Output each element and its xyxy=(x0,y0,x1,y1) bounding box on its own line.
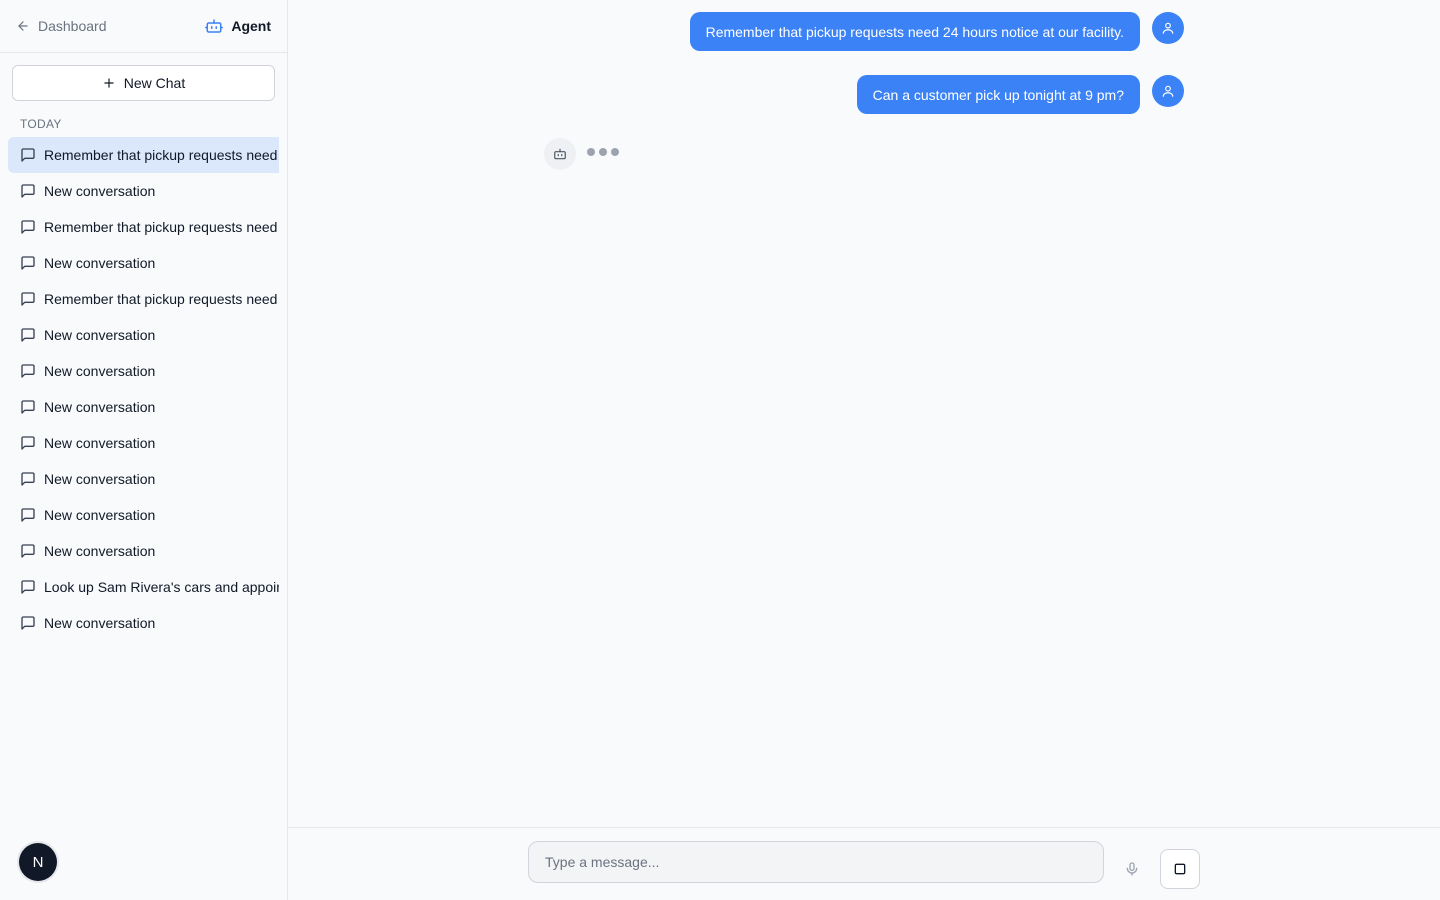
user-icon xyxy=(1162,22,1174,34)
chat-area: Remember that pickup requests need 24 ho… xyxy=(288,0,1440,900)
conversation-label: New conversation xyxy=(44,435,156,451)
user-message-bubble: Can a customer pick up tonight at 9 pm? xyxy=(856,75,1140,114)
mic-icon xyxy=(1126,862,1138,876)
user-avatar xyxy=(1152,75,1184,107)
conversation-label: New conversation xyxy=(44,183,156,199)
avatar-initial: N xyxy=(32,853,44,871)
message-square-icon xyxy=(21,184,35,198)
message-square-icon xyxy=(21,364,35,378)
conversation-label: New conversation xyxy=(44,471,156,487)
conversation-item[interactable]: New conversation xyxy=(8,245,279,281)
stop-generation-button[interactable] xyxy=(1160,849,1200,889)
message-square-icon xyxy=(21,580,35,594)
conversation-label: New conversation xyxy=(44,255,156,271)
conversation-label: New conversation xyxy=(44,399,156,415)
typing-dot xyxy=(599,148,607,156)
user-avatar xyxy=(1152,12,1184,44)
sidebar-title: Agent xyxy=(205,17,271,35)
bot-icon xyxy=(554,148,566,160)
sidebar: Dashboard Agent New Chat TODAY Remember … xyxy=(0,0,288,900)
message-square-icon xyxy=(21,148,35,162)
user-icon xyxy=(1162,85,1174,97)
back-link-label: Dashboard xyxy=(38,18,107,34)
sidebar-header: Dashboard Agent xyxy=(0,0,287,53)
message-square-icon xyxy=(21,328,35,342)
message-input[interactable] xyxy=(528,841,1104,883)
plus-icon xyxy=(104,78,114,88)
bot-icon xyxy=(205,19,224,33)
conversation-label: New conversation xyxy=(44,363,156,379)
conversation-item[interactable]: New conversation xyxy=(8,389,279,425)
voice-input-button[interactable] xyxy=(1122,859,1142,879)
conversation-item[interactable]: Remember that pickup requests need 24 ho… xyxy=(8,209,279,245)
message-square-icon xyxy=(21,400,35,414)
conversation-label: Look up Sam Rivera's cars and appointmen… xyxy=(44,579,279,595)
conversation-list: Remember that pickup requests need 24 ho… xyxy=(8,137,279,641)
message-square-icon xyxy=(21,508,35,522)
conversation-label: Remember that pickup requests need 24 ho… xyxy=(44,219,279,235)
conversation-item[interactable]: New conversation xyxy=(8,497,279,533)
section-label-today: TODAY xyxy=(20,117,62,131)
message-square-icon xyxy=(21,472,35,486)
new-chat-button[interactable]: New Chat xyxy=(12,65,275,101)
arrow-left-icon xyxy=(18,21,28,31)
conversation-label: Remember that pickup requests need 24 ho… xyxy=(44,147,279,163)
typing-dot xyxy=(587,148,595,156)
message-composer xyxy=(288,827,1440,900)
conversation-label: New conversation xyxy=(44,507,156,523)
conversation-item[interactable]: New conversation xyxy=(8,317,279,353)
conversation-item[interactable]: New conversation xyxy=(8,173,279,209)
conversation-label: New conversation xyxy=(44,327,156,343)
conversation-item[interactable]: New conversation xyxy=(8,605,279,641)
new-chat-label: New Chat xyxy=(123,75,186,91)
user-menu-avatar[interactable]: N xyxy=(19,843,57,881)
message-square-icon xyxy=(21,616,35,630)
conversation-item[interactable]: Look up Sam Rivera's cars and appointmen… xyxy=(8,569,279,605)
sidebar-title-label: Agent xyxy=(231,18,271,34)
message-square-icon xyxy=(21,292,35,306)
conversation-label: New conversation xyxy=(44,615,156,631)
typing-indicator xyxy=(587,148,619,156)
message-text: Remember that pickup requests need 24 ho… xyxy=(705,23,1124,40)
user-message-bubble: Remember that pickup requests need 24 ho… xyxy=(689,12,1140,51)
conversation-item[interactable]: New conversation xyxy=(8,461,279,497)
message-square-icon xyxy=(21,436,35,450)
conversation-label: Remember that pickup requests need 24 ho… xyxy=(44,291,279,307)
message-square-icon xyxy=(21,544,35,558)
conversation-item[interactable]: Remember that pickup requests need 24 ho… xyxy=(8,137,279,173)
stop-square-icon xyxy=(1174,863,1186,875)
message-square-icon xyxy=(21,220,35,234)
typing-dot xyxy=(611,148,619,156)
conversation-item[interactable]: New conversation xyxy=(8,425,279,461)
conversation-label: New conversation xyxy=(44,543,156,559)
back-to-dashboard-link[interactable]: Dashboard xyxy=(16,18,107,34)
conversation-item[interactable]: Remember that pickup requests need 24 ho… xyxy=(8,281,279,317)
message-square-icon xyxy=(21,256,35,270)
conversation-item[interactable]: New conversation xyxy=(8,353,279,389)
conversation-item[interactable]: New conversation xyxy=(8,533,279,569)
assistant-avatar xyxy=(544,138,576,170)
message-text: Can a customer pick up tonight at 9 pm? xyxy=(872,86,1124,103)
